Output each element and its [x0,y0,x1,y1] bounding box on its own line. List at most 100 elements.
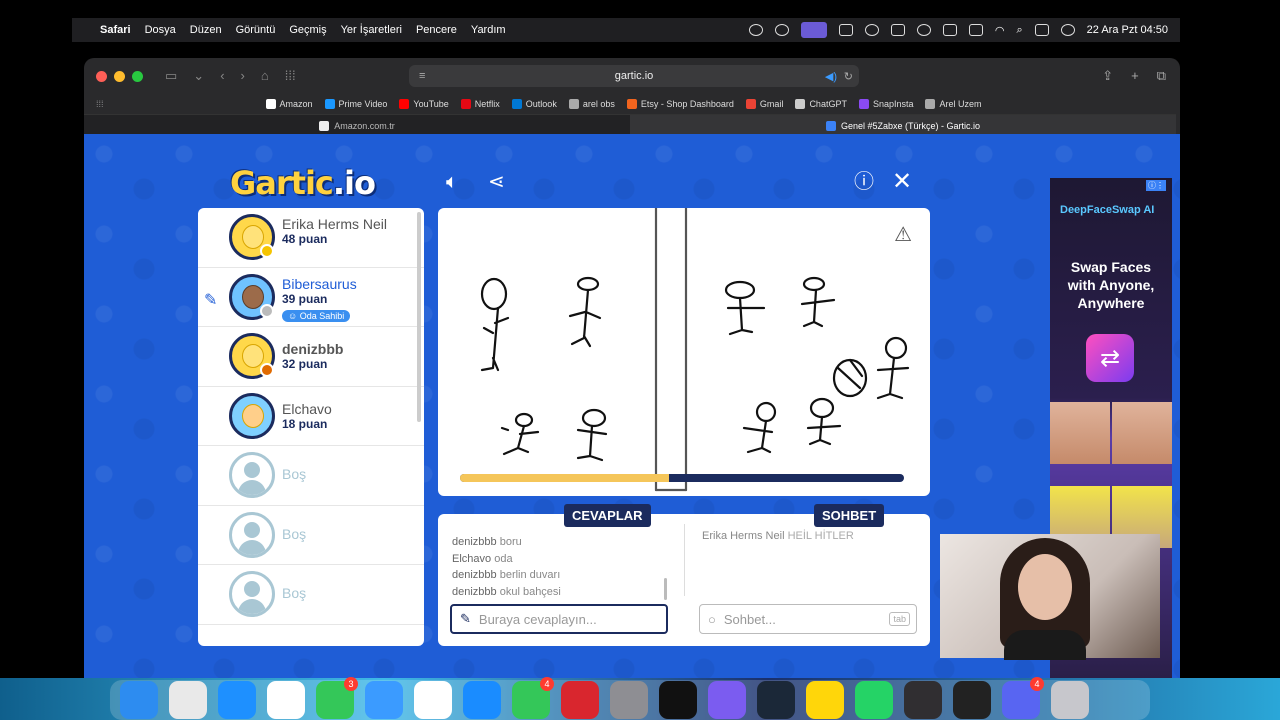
close-icon[interactable]: ✕ [892,170,912,194]
favicon-icon [795,99,806,109]
app-store-icon[interactable] [463,681,501,719]
chat-tab[interactable]: SOHBET [814,504,885,527]
sound-icon[interactable]: 🔈︎ [446,172,458,192]
favorite-link[interactable]: Etsy - Shop Dashboard [626,99,734,109]
address-bar[interactable]: ≡ gartic.io ◀) ↻ [409,65,859,87]
url-text[interactable]: gartic.io [615,70,654,82]
wifi-icon[interactable]: ◠ [995,24,1005,37]
user-icon[interactable] [916,24,931,36]
menu-window[interactable]: Pencere [416,24,457,36]
favorite-link[interactable]: SnapInsta [858,99,914,109]
chevron-down-icon[interactable]: ⌄ [193,68,204,84]
record-icon[interactable] [748,24,763,36]
grid-icon[interactable]: ⁞⁞⁞ [285,68,296,84]
ad-info-icon[interactable]: ⓘ⋮ [1146,180,1166,191]
share-game-icon[interactable]: ⋖ [488,172,505,192]
forward-icon[interactable]: › [241,68,245,84]
battery-icon[interactable] [968,24,983,36]
tab-overview-icon[interactable]: ⧉ [1157,68,1166,84]
launchpad-icon[interactable] [169,681,207,719]
favicon-icon [745,99,756,109]
player-row[interactable]: Erika Herms Neil 48 puan [198,208,424,268]
photo-booth-icon[interactable] [561,681,599,719]
search-icon[interactable]: ⌕ [1016,24,1022,37]
empty-slot: Boş [198,446,424,506]
messages-icon[interactable]: 3 [316,677,358,719]
new-tab-icon[interactable]: + [1131,68,1139,84]
zoom-window-button[interactable] [132,70,143,82]
control-center-icon[interactable] [1034,24,1049,36]
steam-icon[interactable] [757,681,795,719]
minimize-window-button[interactable] [114,70,125,82]
menu-help[interactable]: Yardım [471,24,506,36]
tab-gartic[interactable]: Genel #5Zabxe (Türkçe) - Gartic.io [630,114,1176,136]
trash-icon[interactable] [1051,681,1089,719]
list-item: denizbbb berlin duvarı [452,569,561,581]
favorite-link[interactable]: YouTube [399,99,449,109]
car-icon[interactable] [942,24,957,36]
favorite-label: SnapInsta [872,99,914,109]
empty-slot: Boş [198,565,424,625]
finder-icon[interactable] [120,681,158,719]
close-window-button[interactable] [96,70,107,82]
menu-file[interactable]: Dosya [145,24,176,36]
mail-icon[interactable] [365,681,403,719]
answers-scrollbar[interactable] [664,578,667,600]
favorite-link[interactable]: Gmail [745,99,783,109]
favorite-link[interactable]: Prime Video [324,99,388,109]
drawing-canvas[interactable]: ⚠ [438,208,930,496]
menu-bookmarks[interactable]: Yer İşaretleri [341,24,402,36]
reload-icon[interactable]: ↻ [844,70,853,83]
tools-icon[interactable] [890,24,905,36]
menu-app-name[interactable]: Safari [100,24,131,36]
spotify-icon[interactable] [659,681,697,719]
answer-input[interactable]: ✎ Buraya cevaplayın... [450,604,668,634]
player-row[interactable]: ✎ Bibersaurus 39 puan ☺ Oda Sahibi [198,268,424,327]
safari-icon[interactable] [218,681,256,719]
favorites-grid-icon[interactable]: ⁞⁞⁞ [96,99,104,109]
obs-icon[interactable] [904,681,942,719]
favorite-link[interactable]: Amazon [265,99,313,109]
share-icon[interactable]: ⇪ [1102,68,1113,84]
back-icon[interactable]: ‹ [220,68,224,84]
menu-edit[interactable]: Düzen [190,24,222,36]
gartic-logo[interactable]: Gartic.io [230,164,376,202]
tab-amazon[interactable]: Amazon.com.tr [84,114,630,136]
empty-avatar-icon [229,452,275,499]
player-row[interactable]: Elchavo 18 puan [198,387,424,446]
home-icon[interactable]: ⌂ [261,68,269,84]
activity-monitor-icon[interactable] [953,681,991,719]
favorite-label: Prime Video [338,99,388,109]
menu-history[interactable]: Geçmiş [289,24,326,36]
facetime-icon[interactable]: 4 [512,677,554,719]
discord-icon[interactable]: 4 [1002,677,1044,719]
obs-status-icon[interactable] [774,24,789,36]
siri-icon[interactable] [1060,24,1075,36]
info-icon[interactable]: ⓘ [854,172,874,192]
notes-icon[interactable] [806,681,844,719]
system-settings-icon[interactable] [610,681,648,719]
report-warning-icon[interactable]: ⚠ [894,222,912,247]
screen-mirroring-icon[interactable] [800,22,827,38]
player-row[interactable]: denizbbb 32 puan [198,327,424,387]
clock[interactable]: 22 Ara Pzt 04:50 [1087,24,1168,36]
photos-icon[interactable] [414,681,452,719]
chat-input[interactable]: ○ Sohbet... tab [699,604,917,634]
answers-tab[interactable]: CEVAPLAR [564,504,651,527]
favorite-link[interactable]: Netflix [460,99,500,109]
reader-icon[interactable]: ≡ [419,70,425,82]
favorite-link[interactable]: Outlook [511,99,557,109]
whatsapp-icon[interactable] [855,681,893,719]
menu-view[interactable]: Görüntü [236,24,276,36]
empty-avatar-icon [229,511,275,558]
display-icon[interactable] [838,24,853,36]
speaker-icon[interactable]: ◀) [825,70,837,83]
chrome-icon[interactable] [267,681,305,719]
favorite-link[interactable]: Arel Uzem [925,99,982,109]
player-list-scrollbar[interactable] [417,212,421,422]
play-icon[interactable] [864,24,879,36]
favorite-link[interactable]: ChatGPT [795,99,847,109]
favorite-link[interactable]: arel obs [568,99,615,109]
sidebar-icon[interactable]: ▭ [165,68,177,84]
infuse-icon[interactable] [708,681,746,719]
